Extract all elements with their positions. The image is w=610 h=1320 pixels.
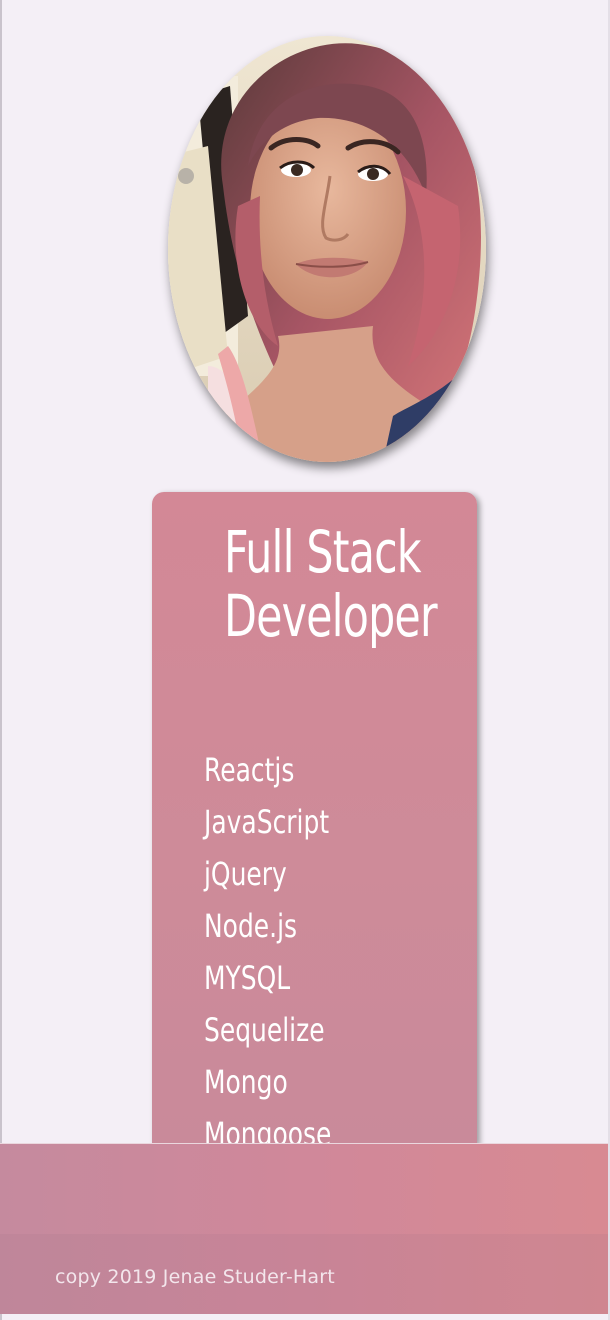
skill-item: Node.js — [204, 907, 298, 945]
profile-photo — [168, 36, 486, 462]
footer: copy 2019 Jenae Studer-Hart — [0, 1143, 608, 1314]
skills-list: Reactjs JavaScript jQuery Node.js MYSQL … — [204, 744, 367, 1144]
skill-item: JavaScript — [204, 803, 330, 841]
card-title-line2: Developer — [224, 582, 438, 650]
copyright-text: copy 2019 Jenae Studer-Hart — [55, 1266, 335, 1288]
skill-item: Sequelize — [204, 1011, 325, 1049]
skill-item: jQuery — [204, 855, 287, 893]
skill-item: MYSQL — [204, 959, 291, 997]
card-title-line1: Full Stack — [224, 518, 422, 586]
skills-card: Full Stack Developer Reactjs JavaScript … — [152, 492, 477, 1144]
card-title: Full Stack Developer — [224, 518, 438, 648]
page-left-border — [0, 0, 2, 1320]
skill-item: Mongo — [204, 1063, 288, 1101]
skill-item: Mongoose — [204, 1115, 332, 1144]
skill-item: Reactjs — [204, 751, 295, 789]
